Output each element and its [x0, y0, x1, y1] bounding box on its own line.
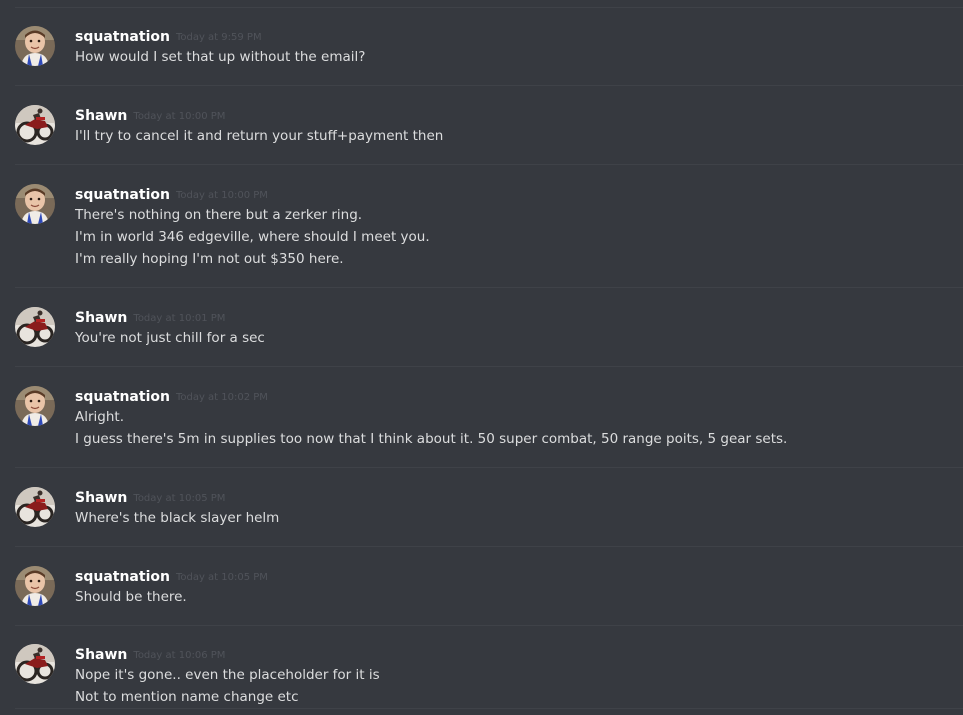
username[interactable]: squatnation — [75, 29, 170, 45]
divider — [15, 164, 963, 165]
divider — [15, 7, 963, 8]
kid-avatar-icon[interactable] — [15, 566, 55, 606]
message-header: Shawn Today at 10:00 PM — [75, 105, 225, 125]
message-header: squatnation Today at 10:02 PM — [75, 386, 268, 406]
timestamp: Today at 10:00 PM — [133, 111, 226, 122]
message-content: Alright. I guess there's 5m in supplies … — [75, 406, 787, 450]
timestamp: Today at 10:06 PM — [133, 650, 226, 661]
message-content: Nope it's gone.. even the placeholder fo… — [75, 664, 380, 708]
message-line: I'm really hoping I'm not out $350 here. — [75, 251, 344, 267]
timestamp: Today at 10:00 PM — [175, 190, 268, 201]
divider — [15, 85, 963, 86]
message-content: How would I set that up without the emai… — [75, 46, 365, 68]
message-header: squatnation Today at 10:00 PM — [75, 184, 268, 204]
motorcycle-avatar-icon[interactable] — [15, 105, 55, 145]
message-line: Not to mention name change etc — [75, 689, 299, 705]
kid-avatar-icon[interactable] — [15, 26, 55, 66]
divider — [15, 546, 963, 547]
timestamp: Today at 10:01 PM — [133, 313, 226, 324]
username[interactable]: Shawn — [75, 647, 127, 663]
message-content: Where's the black slayer helm — [75, 507, 279, 529]
message-line: I'll try to cancel it and return your st… — [75, 128, 444, 144]
divider — [15, 467, 963, 468]
username[interactable]: Shawn — [75, 490, 127, 506]
message-line: Where's the black slayer helm — [75, 510, 280, 526]
motorcycle-avatar-icon[interactable] — [15, 487, 55, 527]
username[interactable]: Shawn — [75, 310, 127, 326]
message-line: You're not just chill for a sec — [75, 330, 265, 346]
divider — [15, 625, 963, 626]
message-header: squatnation Today at 9:59 PM — [75, 26, 262, 46]
kid-avatar-icon[interactable] — [15, 184, 55, 224]
message-header: Shawn Today at 10:06 PM — [75, 644, 225, 664]
motorcycle-avatar-icon[interactable] — [15, 307, 55, 347]
message-line: Should be there. — [75, 589, 187, 605]
message-content: I'll try to cancel it and return your st… — [75, 125, 443, 147]
timestamp: Today at 10:05 PM — [133, 493, 226, 504]
message-header: Shawn Today at 10:05 PM — [75, 487, 225, 507]
message-content: You're not just chill for a sec — [75, 327, 265, 349]
message-header: Shawn Today at 10:01 PM — [75, 307, 225, 327]
username[interactable]: squatnation — [75, 389, 170, 405]
motorcycle-avatar-icon[interactable] — [15, 644, 55, 684]
username[interactable]: squatnation — [75, 187, 170, 203]
timestamp: Today at 9:59 PM — [175, 32, 262, 43]
message-line: I guess there's 5m in supplies too now t… — [75, 431, 788, 447]
message-content: There's nothing on there but a zerker ri… — [75, 204, 430, 270]
divider — [15, 287, 963, 288]
message-line: I'm in world 346 edgeville, where should… — [75, 229, 430, 245]
message-line: Alright. — [75, 409, 124, 425]
message-content: Should be there. — [75, 586, 187, 608]
message-line: There's nothing on there but a zerker ri… — [75, 207, 363, 223]
username[interactable]: Shawn — [75, 108, 127, 124]
divider — [15, 708, 963, 709]
message-header: squatnation Today at 10:05 PM — [75, 566, 268, 586]
username[interactable]: squatnation — [75, 569, 170, 585]
divider — [15, 366, 963, 367]
timestamp: Today at 10:02 PM — [175, 392, 268, 403]
message-line: Nope it's gone.. even the placeholder fo… — [75, 667, 380, 683]
chat-messages: squatnation Today at 9:59 PM How would I … — [0, 0, 963, 715]
message-line: How would I set that up without the emai… — [75, 49, 366, 65]
kid-avatar-icon[interactable] — [15, 386, 55, 426]
timestamp: Today at 10:05 PM — [175, 572, 268, 583]
